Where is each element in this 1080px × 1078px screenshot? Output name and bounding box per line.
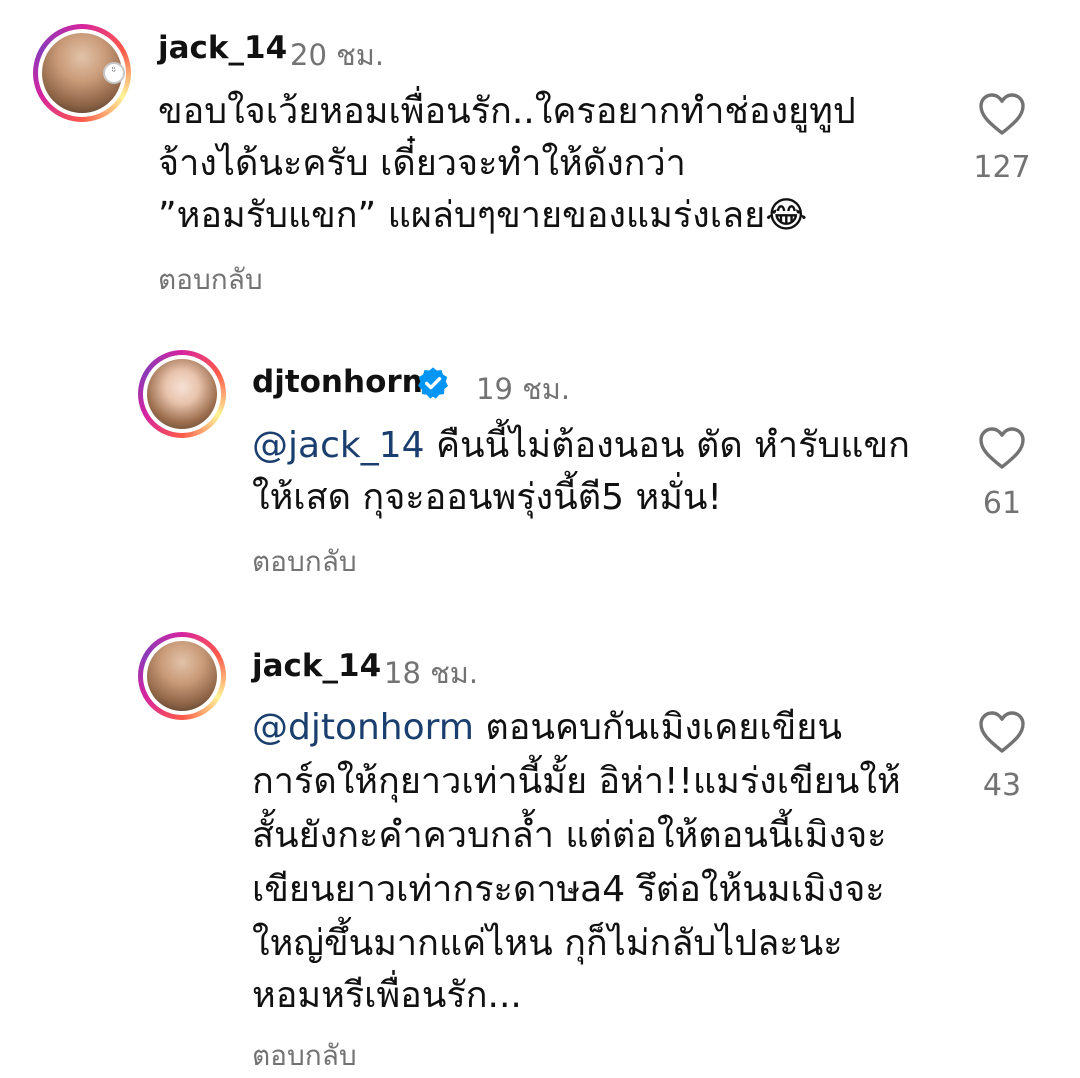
heart-icon[interactable] (978, 710, 1026, 754)
comment-text: ใหญ่ขึ้นมากแค่ไหน กุก็ไม่กลับไปละนะ (252, 923, 843, 964)
like-count: 43 (982, 768, 1022, 803)
comment-text: @djtonhorm ตอนคบกันเมิงเคยเขียน (252, 707, 842, 748)
comment-text: เขียนยาวเท่ากระดาษa4 รึต่อให้นมเมิงจะ (252, 869, 885, 910)
avatar[interactable] (138, 632, 226, 720)
mention-link[interactable]: @djtonhorm (252, 707, 474, 748)
comment-text: สั้นยังกะคำควบกล้ำ แต่ต่อให้ตอนนี้เมิงจะ (252, 815, 887, 856)
username[interactable]: jack_14 (252, 648, 381, 684)
timestamp: 18 ชม. (384, 656, 479, 690)
reply-button[interactable]: ตอบกลับ (252, 1034, 357, 1078)
comment-text: หอมหรีเพื่อนรัก... (252, 975, 522, 1016)
comment: jack_14 18 ชม. @djtonhorm ตอนคบกันเมิงเค… (0, 0, 1080, 1075)
comment-text: การ์ดให้กุยาวเท่านี้มั้ย อิห่า!!แมร่งเขี… (252, 761, 901, 802)
